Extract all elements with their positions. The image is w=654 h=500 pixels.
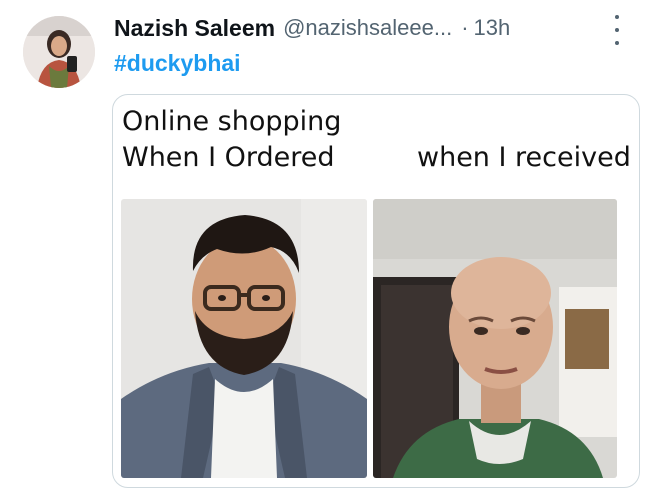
tweet-media[interactable]: Online shopping When I Ordered when I re…	[112, 94, 640, 488]
meme-left-caption: When I Ordered	[122, 142, 335, 173]
more-dot	[615, 15, 619, 19]
tweet-header: Nazish Saleem @nazishsaleee... · 13h	[114, 12, 510, 44]
bald-man-image	[373, 199, 617, 478]
more-dot	[615, 41, 619, 45]
man-with-glasses-image	[121, 199, 367, 478]
meme-left-image	[121, 199, 367, 478]
tweet-timestamp[interactable]: 13h	[474, 15, 511, 41]
author-handle[interactable]: @nazishsaleee...	[283, 15, 452, 41]
author-name[interactable]: Nazish Saleem	[114, 15, 275, 42]
meme-right-image	[373, 199, 617, 478]
hashtag-link[interactable]: #duckybhai	[114, 50, 241, 77]
separator-dot: ·	[461, 15, 469, 40]
profile-photo-icon	[23, 16, 95, 88]
more-options-icon[interactable]	[610, 15, 624, 45]
avatar[interactable]	[23, 16, 95, 88]
meme-right-caption: when I received	[417, 142, 631, 173]
more-dot	[615, 28, 619, 32]
meme-title: Online shopping	[122, 106, 342, 137]
